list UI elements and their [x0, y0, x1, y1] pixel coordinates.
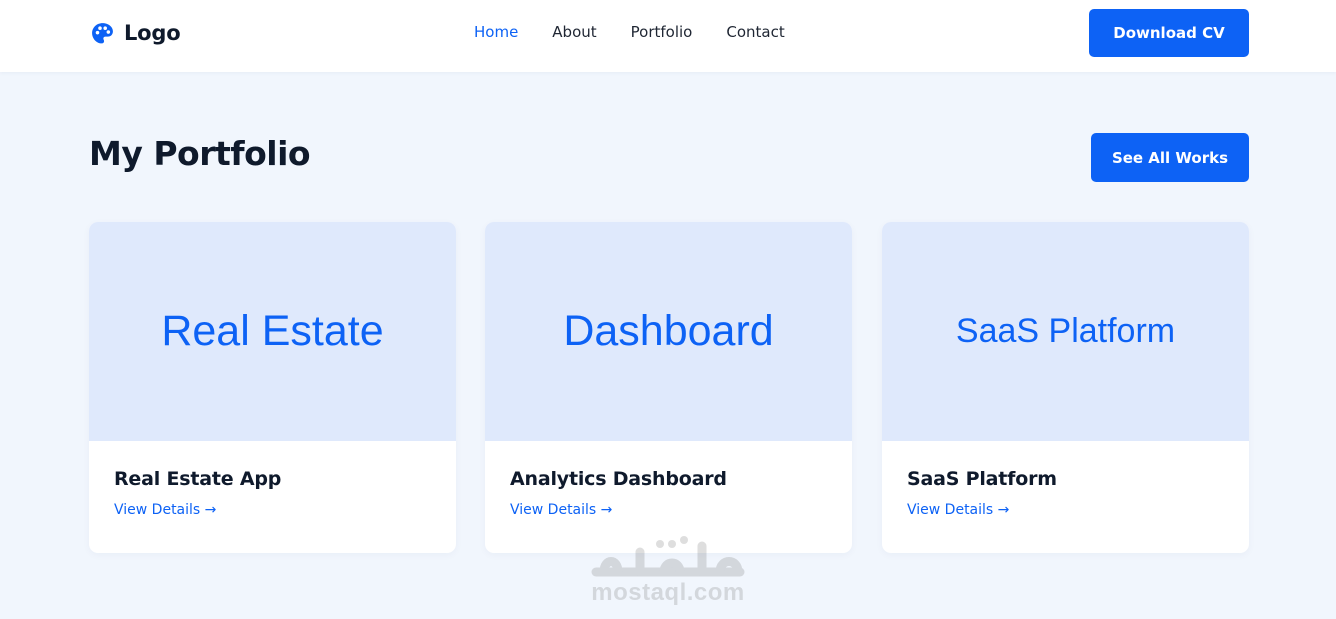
- thumbnail-text: Real Estate: [161, 307, 384, 355]
- nav-item-portfolio[interactable]: Portfolio: [631, 23, 693, 41]
- view-details-link[interactable]: View Details →: [907, 502, 1009, 518]
- card-title: Analytics Dashboard: [510, 468, 727, 490]
- portfolio-card-saas-platform: SaaS Platform SaaS Platform View Details…: [882, 222, 1249, 553]
- view-details-link[interactable]: View Details →: [510, 502, 612, 518]
- nav-item-home[interactable]: Home: [474, 23, 518, 41]
- card-title: Real Estate App: [114, 468, 282, 490]
- nav-item-about[interactable]: About: [552, 23, 596, 41]
- logo-text: Logo: [124, 21, 181, 45]
- logo[interactable]: Logo: [90, 20, 181, 46]
- top-navbar: Logo Home About Portfolio Contact Downlo…: [0, 0, 1336, 72]
- nav-item-contact[interactable]: Contact: [726, 23, 784, 41]
- card-body: Analytics Dashboard View Details →: [485, 441, 852, 518]
- thumbnail-text: SaaS Platform: [955, 312, 1176, 350]
- card-thumbnail[interactable]: SaaS Platform: [882, 222, 1249, 441]
- see-all-works-button[interactable]: See All Works: [1091, 133, 1249, 182]
- download-cv-button[interactable]: Download CV: [1089, 9, 1249, 57]
- card-title: SaaS Platform: [907, 468, 1057, 490]
- section-title: My Portfolio: [89, 134, 311, 173]
- thumbnail-text: Dashboard: [563, 307, 774, 355]
- main-nav: Home About Portfolio Contact: [474, 23, 819, 41]
- portfolio-card-dashboard: Dashboard Analytics Dashboard View Detai…: [485, 222, 852, 553]
- card-body: Real Estate App View Details →: [89, 441, 456, 518]
- portfolio-card-real-estate: Real Estate Real Estate App View Details…: [89, 222, 456, 553]
- card-thumbnail[interactable]: Real Estate: [89, 222, 456, 441]
- view-details-link[interactable]: View Details →: [114, 502, 216, 518]
- card-body: SaaS Platform View Details →: [882, 441, 1249, 518]
- card-thumbnail[interactable]: Dashboard: [485, 222, 852, 441]
- palette-icon: [92, 22, 113, 43]
- watermark-text: mostaql.com: [591, 579, 745, 606]
